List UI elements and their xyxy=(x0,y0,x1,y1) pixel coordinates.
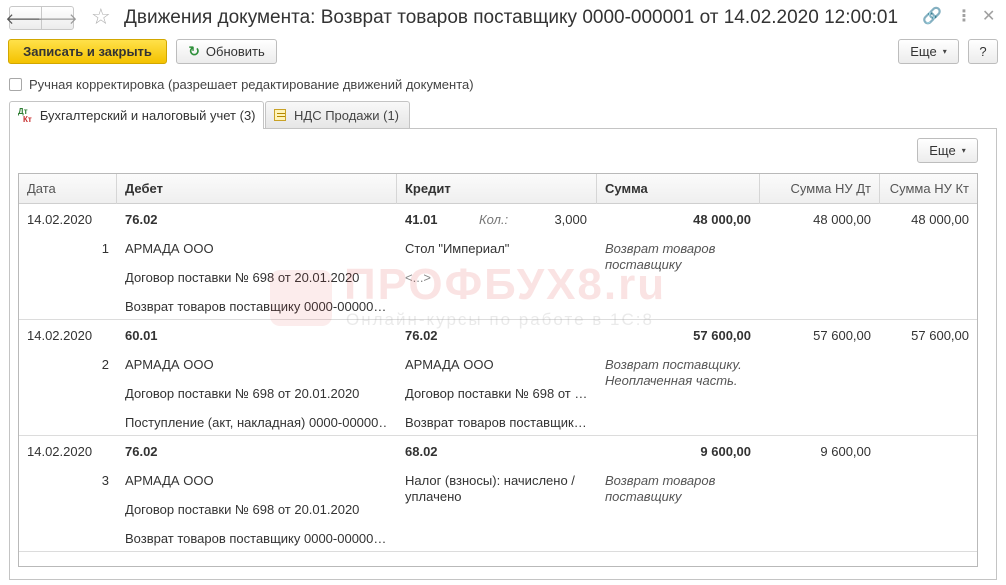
sum-nu-dt-value: 57 600,00 xyxy=(813,328,871,343)
quantity-label: Кол.: xyxy=(479,212,509,227)
credit-subconto-1: Налог (взносы): начислено / уплачено xyxy=(405,473,575,504)
entries-table[interactable]: Дата Дебет Кредит Сумма Сумма НУ Дт Сумм… xyxy=(18,173,978,567)
table-row[interactable]: 14.02.2020 3 76.02 АРМАДА ООО Договор по… xyxy=(19,436,977,552)
credit-subconto-2: Договор поставки № 698 от … xyxy=(405,386,588,401)
credit-account: 41.01 xyxy=(405,212,438,227)
grid-more-button[interactable]: Еще ▾ xyxy=(917,138,978,163)
sum-nu-kt-value: 57 600,00 xyxy=(911,328,969,343)
credit-account: 68.02 xyxy=(405,444,438,459)
close-icon[interactable]: ✕ xyxy=(982,7,995,27)
credit-subconto-3: Возврат товаров поставщик… xyxy=(405,415,587,430)
debit-subconto-1: АРМАДА ООО xyxy=(125,241,214,256)
debit-subconto-2: Договор поставки № 698 от 20.01.2020 xyxy=(125,386,360,401)
tab-accounting-label: Бухгалтерский и налоговый учет (3) xyxy=(39,108,256,123)
favorite-star-icon[interactable]: ☆ xyxy=(91,5,111,29)
sum-nu-kt-value: 48 000,00 xyxy=(911,212,969,227)
debit-subconto-1: АРМАДА ООО xyxy=(125,473,214,488)
sum-nu-dt-value: 48 000,00 xyxy=(813,212,871,227)
more-button[interactable]: Еще ▾ xyxy=(898,39,959,64)
manual-correction-row[interactable]: Ручная корректировка (разрешает редактир… xyxy=(9,75,474,93)
dt-kt-icon: Дт Кт xyxy=(18,106,32,124)
quantity-value: 3,000 xyxy=(554,212,587,227)
title-bar: 🡐 🡒 ☆ Движения документа: Возврат товаро… xyxy=(0,0,1006,36)
save-and-close-button[interactable]: Записать и закрыть xyxy=(8,39,167,64)
more-vertical-icon[interactable]: ⋮ xyxy=(956,7,972,27)
sum-value: 9 600,00 xyxy=(700,444,751,459)
forward-button[interactable]: 🡒 xyxy=(37,6,78,30)
arrow-right-icon: 🡒 xyxy=(37,10,78,28)
debit-subconto-1: АРМАДА ООО xyxy=(125,357,214,372)
entry-comment: Возврат товаров поставщику xyxy=(605,473,716,504)
debit-account: 60.01 xyxy=(125,328,158,343)
row-date: 14.02.2020 xyxy=(27,444,93,459)
refresh-label: Обновить xyxy=(205,44,265,59)
row-number: 3 xyxy=(101,473,109,488)
col-date[interactable]: Дата xyxy=(19,174,117,204)
help-button[interactable]: ? xyxy=(968,39,998,64)
manual-correction-label: Ручная корректировка (разрешает редактир… xyxy=(29,76,474,92)
tab-vat-sales-label: НДС Продажи (1) xyxy=(294,107,399,123)
credit-subconto-1: АРМАДА ООО xyxy=(405,357,494,372)
row-date: 14.02.2020 xyxy=(27,328,93,343)
sum-value: 57 600,00 xyxy=(693,328,751,343)
entry-comment: Возврат товаров поставщику xyxy=(605,241,716,272)
row-number: 1 xyxy=(101,241,109,256)
credit-subconto-1: Стол "Империал" xyxy=(405,241,510,256)
col-sum-nu-dt[interactable]: Сумма НУ Дт xyxy=(760,174,880,204)
col-credit[interactable]: Кредит xyxy=(397,174,597,204)
grid-more-label: Еще xyxy=(929,143,956,158)
debit-subconto-3: Поступление (акт, накладная) 0000-00000… xyxy=(125,415,387,430)
debit-account: 76.02 xyxy=(125,444,158,459)
more-label: Еще xyxy=(910,44,937,59)
row-date: 14.02.2020 xyxy=(27,212,93,227)
credit-account: 76.02 xyxy=(405,328,438,343)
debit-subconto-2: Договор поставки № 698 от 20.01.2020 xyxy=(125,502,360,517)
tab-accounting[interactable]: Дт Кт Бухгалтерский и налоговый учет (3) xyxy=(9,101,264,129)
table-header: Дата Дебет Кредит Сумма Сумма НУ Дт Сумм… xyxy=(19,174,977,204)
tab-vat-sales[interactable]: НДС Продажи (1) xyxy=(265,101,410,128)
col-sum[interactable]: Сумма xyxy=(597,174,760,204)
debit-account: 76.02 xyxy=(125,212,158,227)
col-debit[interactable]: Дебет xyxy=(117,174,397,204)
sum-nu-dt-value: 9 600,00 xyxy=(820,444,871,459)
refresh-icon: ↻ xyxy=(188,43,200,59)
credit-subconto-2: <...> xyxy=(405,270,432,285)
debit-subconto-3: Возврат товаров поставщику 0000-00000… xyxy=(125,299,387,314)
sum-value: 48 000,00 xyxy=(693,212,751,227)
refresh-button[interactable]: ↻ Обновить xyxy=(176,39,277,64)
chevron-down-icon: ▾ xyxy=(961,146,966,155)
window-title: Движения документа: Возврат товаров пост… xyxy=(124,7,899,28)
row-number: 2 xyxy=(101,357,109,372)
debit-subconto-2: Договор поставки № 698 от 20.01.2020 xyxy=(125,270,360,285)
debit-subconto-3: Возврат товаров поставщику 0000-00000… xyxy=(125,531,387,546)
entry-comment: Возврат поставщику. Неоплаченная часть. xyxy=(605,357,742,388)
chevron-down-icon: ▾ xyxy=(942,47,947,56)
col-sum-nu-kt[interactable]: Сумма НУ Кт xyxy=(880,174,977,204)
manual-correction-checkbox[interactable] xyxy=(9,77,22,91)
table-row[interactable]: 14.02.2020 1 76.02 АРМАДА ООО Договор по… xyxy=(19,204,977,320)
link-icon[interactable]: 🔗 xyxy=(922,7,942,27)
register-icon xyxy=(274,109,287,121)
table-row[interactable]: 14.02.2020 2 60.01 АРМАДА ООО Договор по… xyxy=(19,320,977,436)
